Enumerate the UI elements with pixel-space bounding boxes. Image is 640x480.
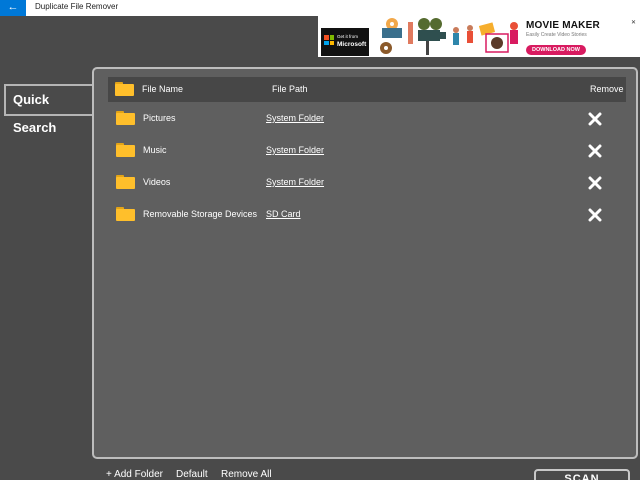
title-bar: ← Duplicate File Remover — [0, 0, 640, 16]
file-name-cell: Pictures — [143, 113, 176, 123]
table-row: Videos System Folder — [108, 171, 626, 193]
file-name-cell: Music — [143, 145, 167, 155]
movie-maker-illustration — [380, 18, 518, 55]
folder-icon — [116, 207, 135, 221]
scan-button[interactable]: SCAN — [534, 469, 630, 480]
close-icon — [588, 176, 602, 190]
add-folder-button[interactable]: + Add Folder — [106, 469, 163, 480]
folder-panel: File Name File Path Remove Pictures Syst… — [92, 67, 638, 459]
file-name-cell: Videos — [143, 177, 171, 187]
arrow-left-icon: ← — [7, 1, 19, 13]
store-badge-line1: Get it from — [337, 34, 359, 39]
close-icon — [588, 144, 602, 158]
remove-button[interactable] — [588, 208, 602, 222]
ad-copy: MOVIE MAKER Easily Create Video Stories … — [526, 20, 616, 56]
folder-icon — [115, 82, 134, 96]
ad-title: MOVIE MAKER — [526, 20, 600, 31]
column-header-remove: Remove — [590, 84, 624, 94]
windows-logo-icon — [324, 35, 334, 45]
file-path-link[interactable]: System Folder — [266, 177, 324, 187]
table-header: File Name File Path Remove — [108, 77, 626, 102]
column-header-file-path: File Path — [272, 84, 308, 94]
file-path-link[interactable]: SD Card — [266, 209, 301, 219]
remove-button[interactable] — [588, 176, 602, 190]
remove-button[interactable] — [588, 144, 602, 158]
file-path-link[interactable]: System Folder — [266, 113, 324, 123]
folder-icon — [116, 143, 135, 157]
microsoft-store-badge[interactable]: Get it from Microsoft — [321, 28, 369, 56]
quick-search-tab[interactable]: Quick Search — [4, 84, 94, 135]
remove-button[interactable] — [588, 112, 602, 126]
ad-banner[interactable]: Get it from Microsoft MOVIE MAKER Easily… — [318, 16, 640, 57]
file-name-cell: Removable Storage Devices — [143, 209, 258, 219]
close-icon — [588, 112, 602, 126]
store-badge-line2: Microsoft — [337, 41, 367, 48]
close-icon — [588, 208, 602, 222]
ad-close-icon[interactable]: ✕ — [631, 19, 636, 26]
table-row: Removable Storage Devices SD Card — [108, 203, 626, 225]
file-path-link[interactable]: System Folder — [266, 145, 324, 155]
default-button[interactable]: Default — [176, 469, 208, 480]
column-header-file-name: File Name — [142, 84, 184, 94]
ad-subtitle: Easily Create Video Stories — [526, 32, 587, 38]
ad-download-button[interactable]: DOWNLOAD NOW — [526, 45, 586, 55]
table-row: Music System Folder — [108, 139, 626, 161]
remove-all-button[interactable]: Remove All — [221, 469, 272, 480]
back-button[interactable]: ← — [0, 0, 26, 16]
folder-icon — [116, 111, 135, 125]
table-row: Pictures System Folder — [108, 107, 626, 129]
folder-icon — [116, 175, 135, 189]
app-title: Duplicate File Remover — [35, 2, 119, 11]
